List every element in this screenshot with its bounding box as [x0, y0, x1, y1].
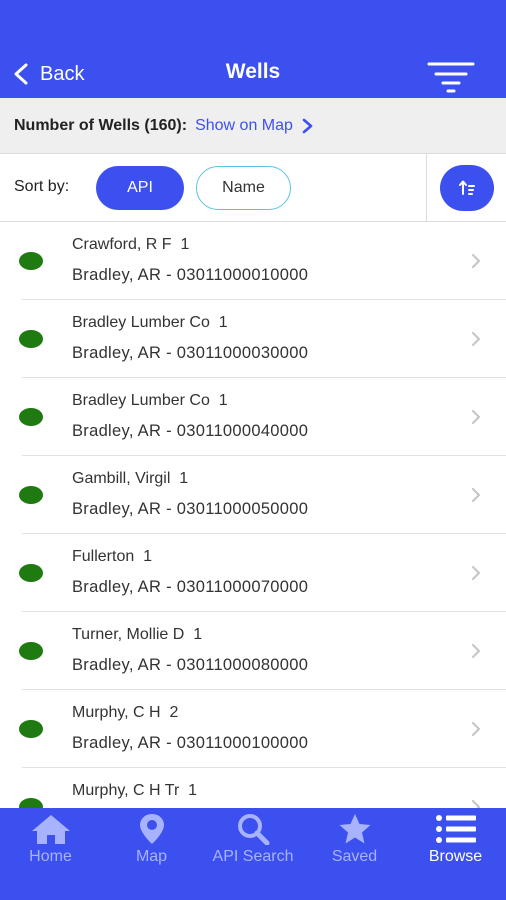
tab-browse[interactable]: Browse [405, 808, 506, 900]
wells-list: Crawford, R F 1 Bradley, AR - 0301100001… [0, 222, 506, 808]
status-dot [19, 330, 43, 348]
map-pin-icon [139, 814, 164, 844]
status-dot [19, 642, 43, 660]
chevron-right-icon [471, 253, 481, 269]
chevron-right-icon [471, 643, 481, 659]
well-name: Turner, Mollie D 1 [72, 626, 203, 643]
tab-map[interactable]: Map [101, 808, 202, 900]
status-dot [19, 720, 43, 738]
chevron-right-icon [471, 799, 481, 808]
status-dot [19, 486, 43, 504]
well-location-api: Bradley, AR - 03011000070000 [72, 578, 309, 596]
status-dot [19, 798, 43, 808]
chevron-right-icon [471, 331, 481, 347]
chevron-right-icon [302, 118, 313, 133]
list-item[interactable]: Murphy, C H Tr 1 [0, 768, 506, 808]
wells-summary-bar: Number of Wells (160): Show on Map [0, 98, 506, 154]
list-icon [435, 815, 476, 843]
well-location-api: Bradley, AR - 03011000100000 [72, 734, 309, 752]
well-name: Murphy, C H 2 [72, 704, 179, 721]
list-item[interactable]: Fullerton 1 Bradley, AR - 03011000070000 [0, 534, 506, 612]
status-dot [19, 564, 43, 582]
tab-api-search[interactable]: API Search [202, 808, 304, 900]
tab-label: Browse [428, 848, 483, 865]
well-name: Murphy, C H Tr 1 [72, 782, 198, 799]
show-on-map-label: Show on Map [195, 116, 293, 134]
tab-bar: Home Map API Search Saved Browse [0, 808, 506, 900]
sort-by-label: Sort by: [14, 178, 70, 195]
chevron-right-icon [471, 565, 481, 581]
tab-label: Map [135, 848, 168, 865]
well-location-api: Bradley, AR - 03011000010000 [72, 266, 309, 284]
filter-button[interactable] [426, 58, 476, 94]
filter-lines-icon [427, 62, 475, 93]
tab-saved[interactable]: Saved [304, 808, 405, 900]
list-item[interactable]: Bradley Lumber Co 1 Bradley, AR - 030110… [0, 300, 506, 378]
well-location-api: Bradley, AR - 03011000030000 [72, 344, 309, 362]
well-name: Gambill, Virgil 1 [72, 470, 189, 487]
well-name: Bradley Lumber Co 1 [72, 314, 228, 331]
chevron-right-icon [471, 721, 481, 737]
wells-count-label: Number of Wells (160): [14, 116, 188, 134]
tab-label: Home [29, 848, 72, 865]
sort-order-button[interactable] [440, 165, 494, 211]
tab-label: Saved [331, 848, 378, 865]
status-dot [19, 408, 43, 426]
well-location-api: Bradley, AR - 03011000050000 [72, 500, 309, 518]
tab-label: API Search [212, 848, 294, 865]
sort-name-button[interactable]: Name [196, 166, 291, 210]
search-icon [238, 814, 270, 845]
sort-bar: Sort by: API Name [0, 154, 506, 222]
show-on-map-link[interactable]: Show on Map [195, 117, 315, 135]
status-dot [19, 252, 43, 270]
well-location-api: Bradley, AR - 03011000080000 [72, 656, 309, 674]
sort-order-icon [459, 180, 475, 195]
list-item[interactable]: Bradley Lumber Co 1 Bradley, AR - 030110… [0, 378, 506, 456]
sort-api-button[interactable]: API [96, 166, 184, 210]
well-location-api: Bradley, AR - 03011000040000 [72, 422, 309, 440]
list-item[interactable]: Murphy, C H 2 Bradley, AR - 030110001000… [0, 690, 506, 768]
chevron-right-icon [471, 487, 481, 503]
list-item[interactable]: Crawford, R F 1 Bradley, AR - 0301100001… [0, 222, 506, 300]
list-item[interactable]: Gambill, Virgil 1 Bradley, AR - 03011000… [0, 456, 506, 534]
tab-home[interactable]: Home [0, 808, 101, 900]
nav-bar: Back Wells [0, 0, 506, 98]
list-item[interactable]: Turner, Mollie D 1 Bradley, AR - 0301100… [0, 612, 506, 690]
well-name: Crawford, R F 1 [72, 236, 190, 253]
well-name: Bradley Lumber Co 1 [72, 392, 228, 409]
chevron-right-icon [471, 409, 481, 425]
home-icon [31, 815, 70, 844]
star-icon [339, 814, 370, 844]
divider [426, 154, 427, 222]
well-name: Fullerton 1 [72, 548, 153, 565]
